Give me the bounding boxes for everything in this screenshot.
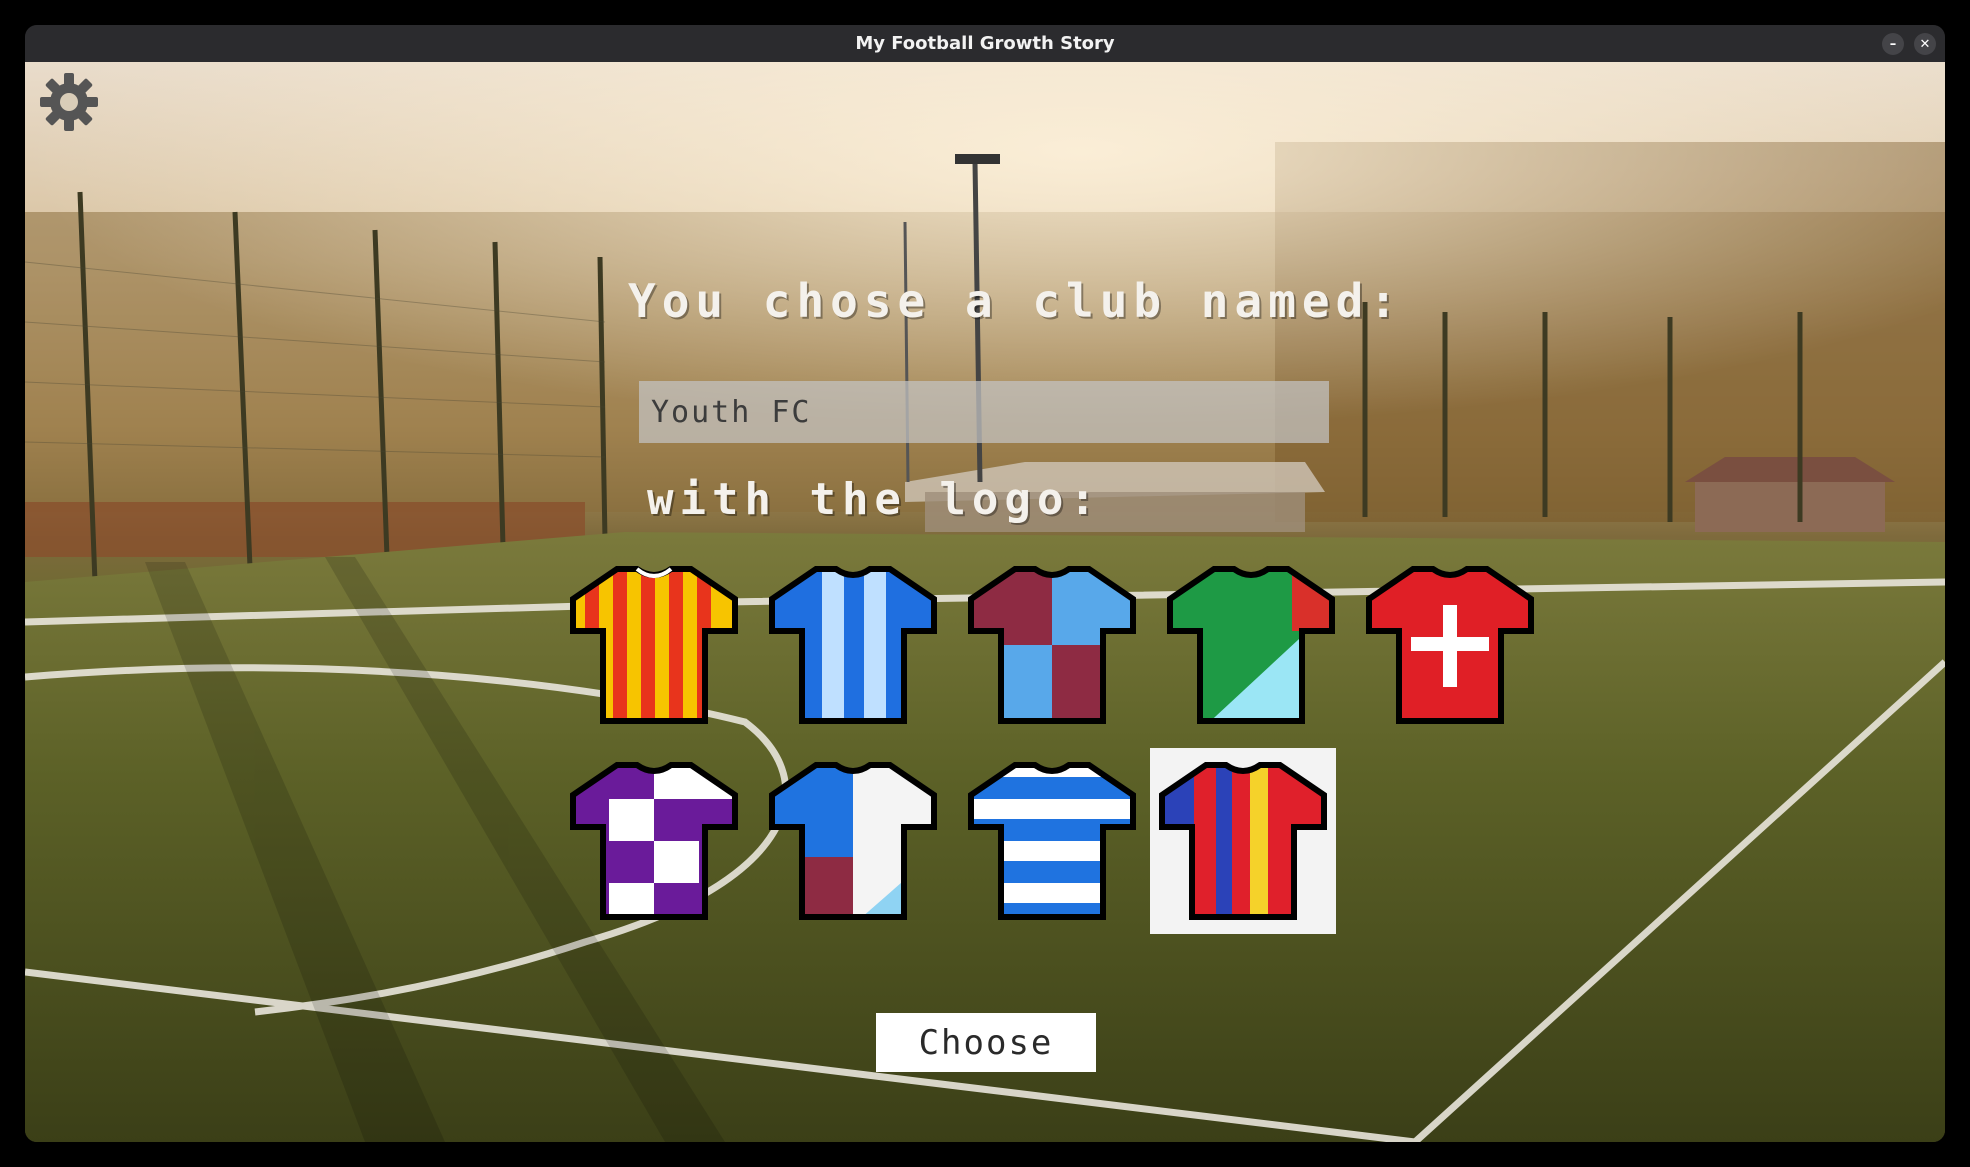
minimize-icon: – bbox=[1889, 36, 1897, 52]
app-window: My Football Growth Story – ✕ You chose a… bbox=[25, 25, 1945, 1142]
shirt-icon bbox=[1366, 566, 1534, 724]
shirt-icon bbox=[570, 566, 738, 724]
club-setup-screen: You chose a club named: with the logo: bbox=[25, 62, 1945, 1142]
shirt-icon bbox=[968, 566, 1136, 724]
minimize-button[interactable]: – bbox=[1882, 33, 1904, 55]
jersey-red-yellow-stripes[interactable] bbox=[561, 552, 747, 738]
jersey-blue-white-claret[interactable] bbox=[760, 748, 946, 934]
window-title: My Football Growth Story bbox=[855, 33, 1115, 54]
title-bar: My Football Growth Story – ✕ bbox=[25, 25, 1945, 62]
jersey-claret-blue-quarters[interactable] bbox=[959, 552, 1145, 738]
jersey-red-blue-yellow-stripes[interactable] bbox=[1150, 748, 1336, 934]
close-icon: ✕ bbox=[1919, 36, 1931, 52]
shirt-icon bbox=[968, 762, 1136, 920]
close-button[interactable]: ✕ bbox=[1914, 33, 1936, 55]
jersey-red-white-cross[interactable] bbox=[1357, 552, 1543, 738]
jersey-purple-white-checks[interactable] bbox=[561, 748, 747, 934]
jersey-blue-white-stripes[interactable] bbox=[760, 552, 946, 738]
jersey-blue-white-hoops[interactable] bbox=[959, 748, 1145, 934]
jersey-green-cyan-diagonal[interactable] bbox=[1158, 552, 1344, 738]
shirt-icon bbox=[769, 762, 937, 920]
shirt-icon bbox=[1159, 762, 1327, 920]
shirt-icon bbox=[1167, 566, 1335, 724]
shirt-icon bbox=[769, 566, 937, 724]
logo-grid bbox=[25, 62, 1945, 1142]
choose-button[interactable]: Choose bbox=[876, 1013, 1096, 1072]
shirt-icon bbox=[570, 762, 738, 920]
